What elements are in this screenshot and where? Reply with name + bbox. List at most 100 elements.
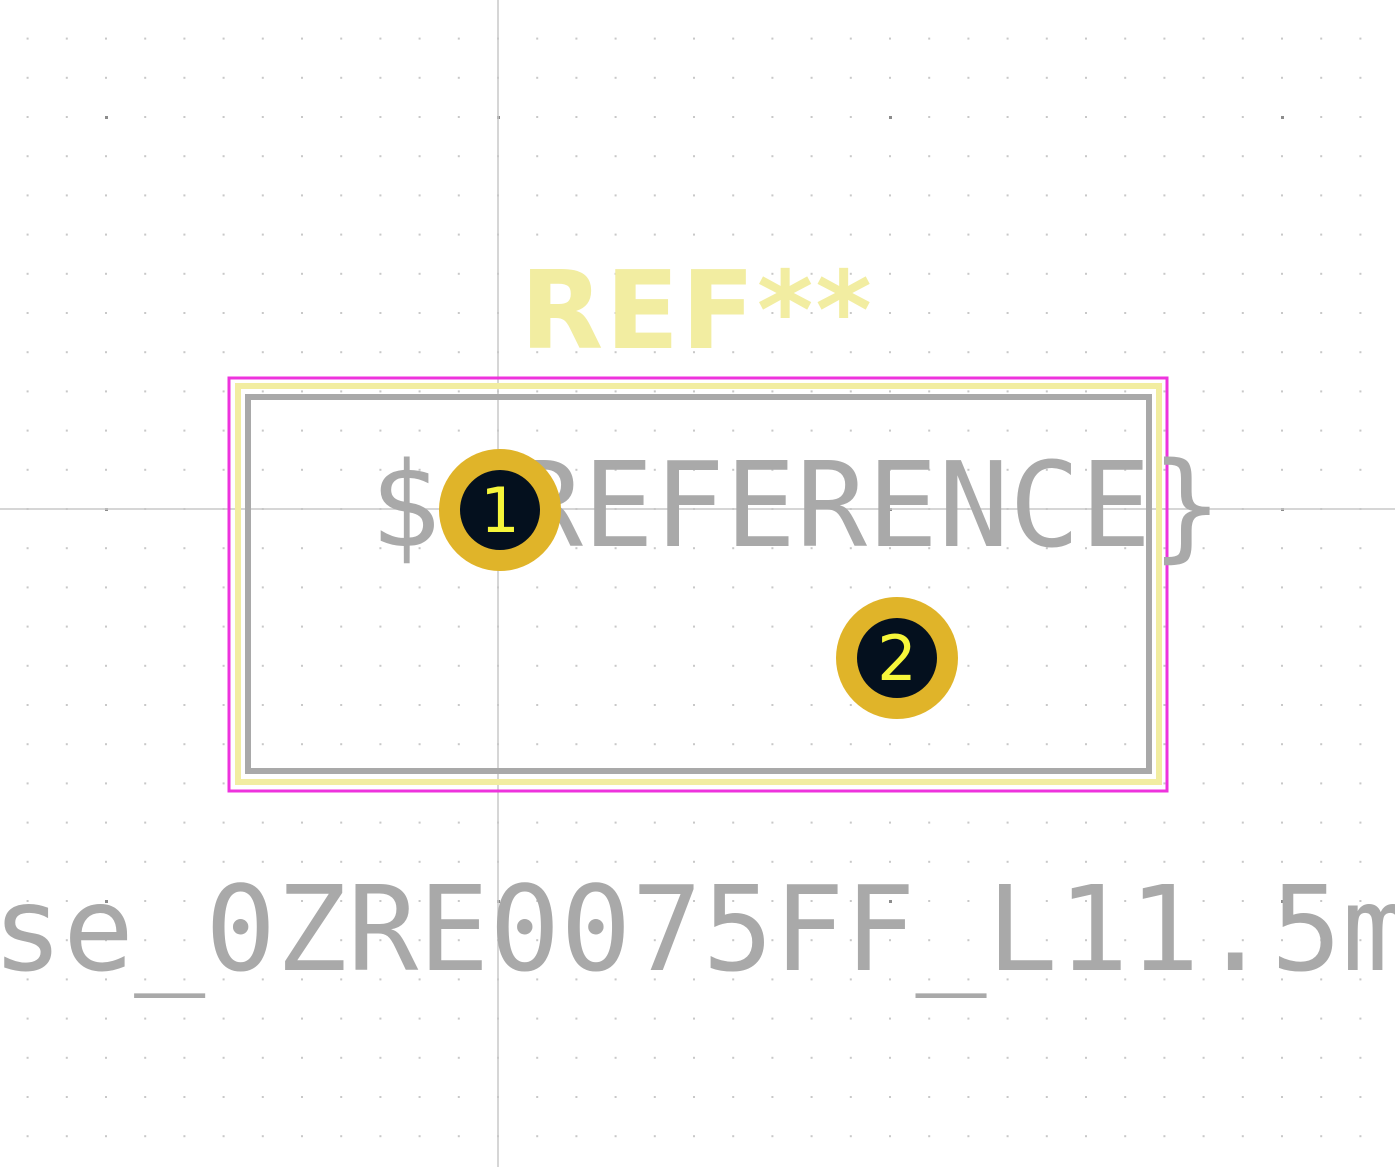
- grid-dot: [144, 194, 147, 197]
- grid-dot: [379, 1135, 382, 1138]
- grid-dot: [928, 390, 931, 393]
- silkscreen-reference-label[interactable]: REF**: [520, 249, 874, 374]
- grid-dot: [222, 116, 225, 118]
- grid-dot: [379, 155, 382, 158]
- grid-dot: [105, 1056, 107, 1059]
- grid-dot: [379, 37, 382, 40]
- grid-dot: [575, 194, 578, 197]
- grid-dot: [1281, 743, 1283, 746]
- grid-dot: [1320, 1096, 1323, 1098]
- grid-dot: [575, 37, 578, 40]
- grid-dot: [105, 76, 107, 79]
- grid-dot: [1006, 155, 1009, 158]
- grid-dot: [261, 468, 264, 471]
- grid-dot: [1006, 1056, 1009, 1059]
- grid-dot: [653, 1135, 656, 1138]
- grid-dot: [1241, 351, 1244, 354]
- grid-dot: [1202, 664, 1205, 667]
- grid-dot: [1202, 1135, 1205, 1138]
- grid-dot: [26, 272, 29, 275]
- grid-dot: [301, 351, 303, 354]
- grid-dot: [967, 272, 970, 275]
- grid-dot: [732, 155, 735, 158]
- grid-dot: [183, 782, 186, 785]
- grid-dot: [65, 468, 68, 471]
- grid-dot: [1045, 116, 1048, 118]
- grid-dot: [732, 664, 735, 667]
- grid-dot: [1006, 76, 1009, 79]
- grid-dot: [693, 821, 695, 824]
- grid-dot: [889, 821, 891, 824]
- grid-dot: [1124, 155, 1127, 158]
- grid-dot: [1163, 743, 1166, 746]
- grid-dot: [379, 390, 382, 393]
- grid-dot: [693, 664, 695, 667]
- grid-dot: [1359, 155, 1362, 158]
- grid-dot: [693, 116, 695, 118]
- grid-dot: [379, 312, 382, 314]
- grid-dot: [693, 76, 695, 79]
- grid-dot: [340, 1017, 343, 1020]
- grid-dot: [889, 233, 891, 236]
- grid-dot: [1163, 76, 1166, 79]
- grid-dot: [26, 37, 29, 40]
- grid-dot: [1124, 116, 1127, 118]
- grid-dot: [457, 272, 460, 275]
- grid-dot: [144, 664, 147, 667]
- grid-dot: [1359, 625, 1362, 628]
- grid-dot: [1006, 194, 1009, 197]
- grid-dot: [1124, 194, 1127, 197]
- grid-dot: [732, 390, 735, 393]
- grid-dot: [1045, 233, 1048, 236]
- grid-dot: [967, 586, 970, 589]
- grid-dot: [1202, 37, 1205, 40]
- pad-1[interactable]: 1: [439, 449, 561, 571]
- grid-dot: [1163, 1135, 1166, 1138]
- footprint-view[interactable]: REF** ${REFERENCE} se_0ZRE0075FF_L11.5m …: [0, 0, 1395, 1167]
- pad-2[interactable]: 2: [836, 597, 958, 719]
- grid-dot: [222, 351, 225, 354]
- grid-dot: [614, 76, 617, 79]
- grid-dot: [65, 586, 68, 589]
- grid-dot: [261, 664, 264, 667]
- grid-dot: [26, 586, 29, 589]
- grid-dot: [144, 390, 147, 393]
- grid-dot: [849, 429, 852, 432]
- grid-dot: [1202, 821, 1205, 824]
- grid-dot: [849, 233, 852, 236]
- grid-dot: [1085, 821, 1087, 824]
- grid-dot: [536, 586, 539, 589]
- grid-dot: [301, 194, 303, 197]
- grid-dot: [693, 586, 695, 589]
- grid-dot: [536, 194, 539, 197]
- grid-dot: [614, 116, 617, 118]
- grid-dot: [614, 429, 617, 432]
- grid-dot: [222, 1056, 225, 1059]
- grid-dot: [732, 1017, 735, 1020]
- grid-dot: [693, 1135, 695, 1138]
- grid-dot: [967, 1135, 970, 1138]
- grid-dot: [183, 821, 186, 824]
- pad-2-number: 2: [877, 622, 916, 695]
- grid-dot: [222, 1096, 225, 1098]
- grid-dot: [183, 586, 186, 589]
- grid-dot: [105, 704, 107, 706]
- grid-dot: [1281, 429, 1283, 432]
- grid-dot: [732, 821, 735, 824]
- pcb-footprint-canvas[interactable]: REF** ${REFERENCE} se_0ZRE0075FF_L11.5m …: [0, 0, 1395, 1167]
- grid-dot: [340, 272, 343, 275]
- grid-dot: [693, 37, 695, 40]
- grid-dot: [144, 312, 147, 314]
- grid-dot: [536, 1096, 539, 1098]
- grid-dot: [1281, 468, 1283, 471]
- grid-dot: [144, 1017, 147, 1020]
- footprint-value-label[interactable]: se_0ZRE0075FF_L11.5m: [0, 860, 1395, 998]
- grid-dot: [65, 272, 68, 275]
- grid-dot: [183, 1135, 186, 1138]
- grid-dot: [1202, 194, 1205, 197]
- grid-dot: [889, 272, 891, 275]
- grid-dot: [340, 429, 343, 432]
- grid-dot: [144, 76, 147, 79]
- grid-dot: [967, 194, 970, 197]
- grid-dot: [222, 664, 225, 667]
